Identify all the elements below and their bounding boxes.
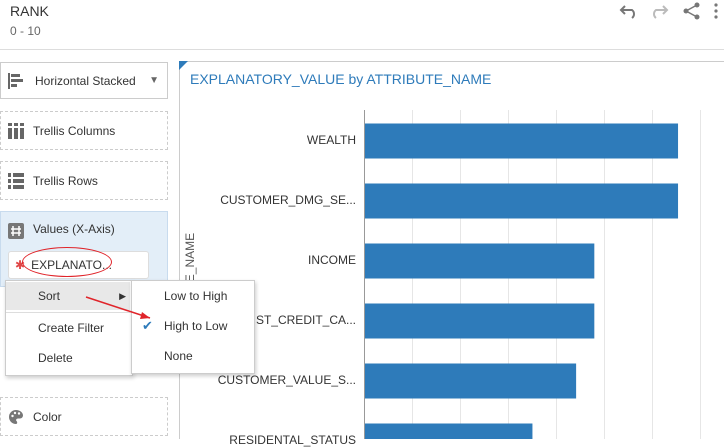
menu-item-delete[interactable]: Delete	[6, 344, 130, 372]
header-bar	[0, 0, 724, 50]
sort-high-to-low[interactable]: ✔ High to Low	[132, 312, 252, 340]
trellis-rows-icon	[7, 172, 25, 190]
bar-chart-plot	[364, 110, 701, 440]
well-color[interactable]: Color	[0, 397, 168, 436]
well-label: Trellis Columns	[33, 123, 116, 138]
well-label: Trellis Rows	[33, 173, 98, 188]
menu-item-label: Delete	[38, 351, 73, 365]
well-trellis-columns[interactable]: Trellis Columns	[0, 111, 168, 150]
redo-icon[interactable]	[649, 2, 669, 20]
chevron-right-icon: ▶	[119, 291, 126, 301]
bar[interactable]	[365, 183, 679, 219]
menu-item-label: Create Filter	[38, 321, 105, 335]
sort-submenu: Low to High ✔ High to Low None	[131, 280, 255, 374]
share-icon[interactable]	[682, 2, 702, 20]
submenu-item-label: Low to High	[164, 289, 228, 303]
bar[interactable]	[365, 423, 533, 440]
menu-item-sort[interactable]: Sort ▶	[6, 282, 130, 310]
menu-divider	[6, 312, 130, 313]
chevron-down-icon[interactable]: ▼	[149, 75, 159, 86]
sort-none[interactable]: None	[132, 342, 252, 370]
trellis-columns-icon	[7, 122, 25, 140]
well-label: Values (X-Axis)	[33, 222, 115, 236]
bar[interactable]	[365, 363, 577, 399]
menu-item-label: Sort	[38, 289, 61, 303]
more-icon[interactable]	[710, 2, 722, 20]
chart-type-label: Horizontal Stacked	[35, 73, 136, 88]
pill-context-menu: Sort ▶ Create Filter Delete	[5, 280, 133, 376]
well-trellis-rows[interactable]: Trellis Rows	[0, 161, 168, 200]
menu-item-create-filter[interactable]: Create Filter	[6, 314, 130, 342]
hash-icon	[7, 222, 25, 240]
bar[interactable]	[365, 123, 679, 159]
chart-type-select[interactable]: Horizontal Stacked ▼	[0, 62, 168, 99]
page-subtitle: 0 - 10	[10, 24, 41, 38]
bar[interactable]	[365, 243, 595, 279]
palette-icon	[7, 408, 25, 426]
panel-corner-marker	[179, 61, 188, 70]
bar[interactable]	[365, 303, 595, 339]
undo-icon[interactable]	[619, 2, 639, 20]
highlight-ellipse	[22, 247, 112, 277]
well-label: Color	[33, 409, 62, 424]
page-title: RANK	[10, 3, 49, 19]
submenu-item-label: High to Low	[164, 319, 228, 333]
submenu-item-label: None	[164, 349, 193, 363]
sort-low-to-high[interactable]: Low to High	[132, 282, 252, 310]
chart-title: EXPLANATORY_VALUE by ATTRIBUTE_NAME	[190, 71, 492, 87]
checkmark-icon: ✔	[142, 318, 153, 333]
horizontal-stacked-icon	[7, 72, 25, 90]
